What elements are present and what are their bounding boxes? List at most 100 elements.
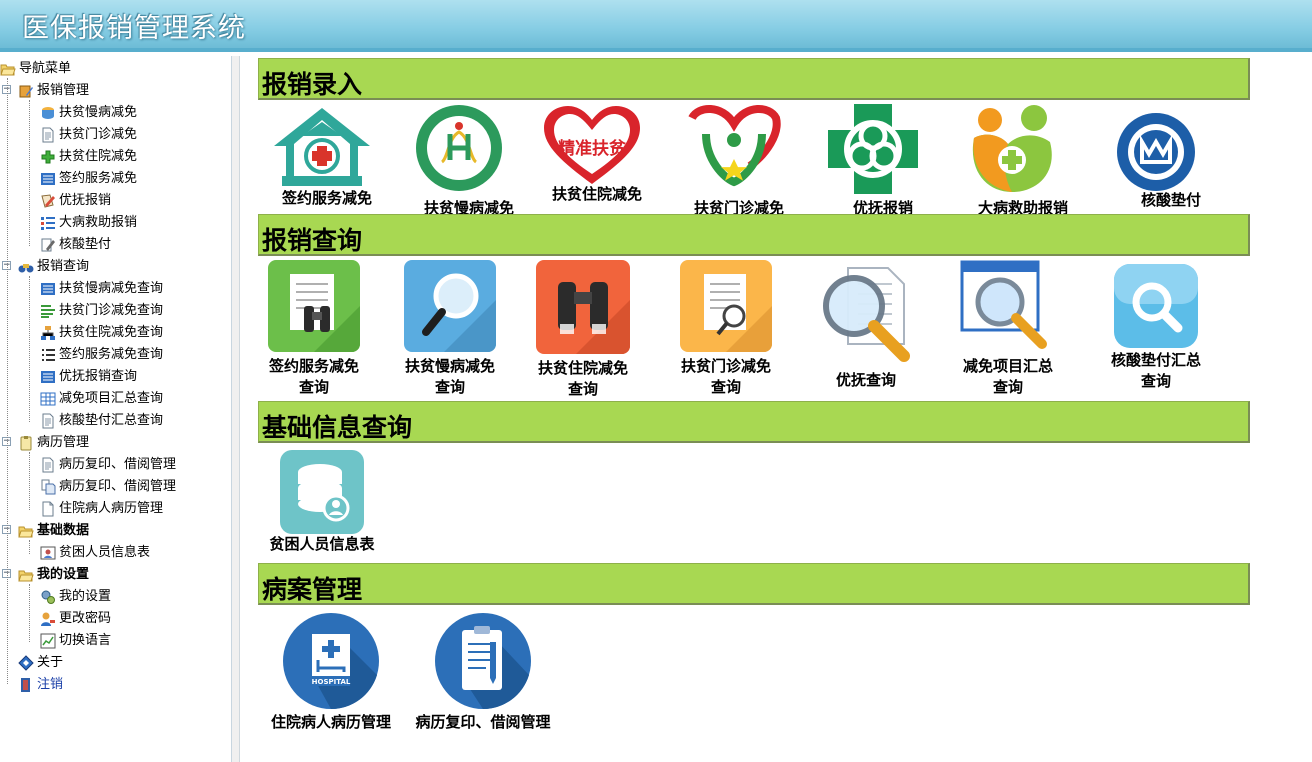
section-bar: 报销录入 bbox=[258, 58, 1250, 100]
tile-outpatient-reduction[interactable]: 扶贫门诊减免 bbox=[684, 104, 784, 218]
nav-group-basic-data[interactable]: 基础数据 bbox=[18, 520, 89, 542]
tile-nucleic-acid[interactable]: 核酸垫付 bbox=[1116, 112, 1201, 212]
heart-logo-icon: 精准扶贫 bbox=[544, 106, 640, 184]
plus-icon bbox=[40, 149, 56, 165]
section-bar: 病案管理 bbox=[258, 563, 1250, 605]
tile-query-special-care[interactable]: 优抚查询 bbox=[818, 264, 914, 394]
tile-query-hospital[interactable]: 扶贫住院减免 查询 bbox=[536, 260, 630, 400]
section-title: 报销录入 bbox=[262, 70, 363, 99]
green-list-icon bbox=[40, 303, 56, 319]
binoculars-orange-icon bbox=[536, 260, 630, 354]
tile-chronic-disease[interactable]: 扶贫慢病减免 bbox=[414, 104, 514, 218]
nav-group-reimburse-manage[interactable]: 报销管理 bbox=[18, 80, 89, 102]
hospital-bed-icon: HOSPITAL bbox=[283, 613, 379, 710]
poverty-project-logo-icon bbox=[416, 105, 502, 191]
clipboard-pen-icon bbox=[435, 613, 531, 710]
folder-open-icon bbox=[18, 523, 34, 539]
tree-structure-icon bbox=[40, 325, 56, 341]
nav-item[interactable]: 扶贫门诊减免 bbox=[40, 124, 137, 146]
copy-document-icon bbox=[40, 479, 56, 495]
nav-item[interactable]: 核酸垫付 bbox=[40, 234, 111, 256]
nav-item[interactable]: 减免项目汇总查询 bbox=[40, 388, 163, 410]
document-search-icon bbox=[680, 260, 772, 352]
nav-item[interactable]: 扶贫门诊减免查询 bbox=[40, 300, 163, 322]
tile-query-chronic[interactable]: 扶贫慢病减免 查询 bbox=[404, 260, 496, 400]
document-icon bbox=[40, 127, 56, 143]
tile-query-outpatient[interactable]: 扶贫门诊减免 查询 bbox=[680, 260, 772, 400]
nav-item[interactable]: 我的设置 bbox=[40, 586, 111, 608]
nav-item[interactable]: 核酸垫付汇总查询 bbox=[40, 410, 163, 432]
door-exit-icon bbox=[18, 677, 34, 693]
nav-item[interactable]: 扶贫住院减免 bbox=[40, 146, 137, 168]
family-care-icon bbox=[972, 105, 1052, 192]
section-title: 基础信息查询 bbox=[262, 413, 413, 442]
database-user-icon bbox=[280, 450, 364, 534]
list-icon bbox=[40, 369, 56, 385]
folder-open-icon bbox=[18, 567, 34, 583]
clipboard-icon bbox=[18, 435, 34, 451]
nav-root[interactable]: 导航菜单 bbox=[0, 58, 71, 80]
section-title: 病案管理 bbox=[262, 575, 363, 604]
tile-poor-people-info[interactable]: 贫困人员信息表 bbox=[269, 450, 375, 556]
document-binoculars-icon bbox=[268, 260, 360, 352]
tile-sign-service[interactable]: 签约服务减免 bbox=[272, 106, 372, 216]
nav-item[interactable]: 扶贫慢病减免 bbox=[40, 102, 137, 124]
tile-inpatient-records[interactable]: HOSPITAL 住院病人病历管理 bbox=[271, 612, 391, 732]
round-agency-logo-icon bbox=[1117, 113, 1195, 191]
list-icon bbox=[40, 281, 56, 297]
chart-icon bbox=[40, 633, 56, 649]
document-icon bbox=[40, 457, 56, 473]
nav-item[interactable]: 病历复印、借阅管理 bbox=[40, 476, 176, 498]
user-key-icon bbox=[40, 611, 56, 627]
nav-item[interactable]: 大病救助报销 bbox=[40, 212, 137, 234]
tile-query-nucleic[interactable]: 核酸垫付汇总 查询 bbox=[1111, 264, 1201, 400]
svg-text:HOSPITAL: HOSPITAL bbox=[312, 678, 351, 686]
app-window: 医保报销管理系统 导航菜单 − 报销管理 扶贫慢病减免 扶贫门诊减免 扶贫住院减… bbox=[0, 0, 1312, 762]
section-bar: 基础信息查询 bbox=[258, 401, 1250, 443]
info-diamond-icon bbox=[18, 655, 34, 671]
tile-query-sign-service[interactable]: 签约服务减免 查询 bbox=[268, 260, 360, 400]
book-edit-icon bbox=[18, 83, 34, 99]
main-content: 报销录入 签约服务减免 扶贫慢病减免 精准扶贫 扶贫住院减免 扶贫门诊减免 优抚… bbox=[258, 56, 1252, 762]
nav-item[interactable]: 病历复印、借阅管理 bbox=[40, 454, 176, 476]
tile-special-care[interactable]: 优抚报销 bbox=[828, 104, 918, 218]
nav-item[interactable]: 更改密码 bbox=[40, 608, 111, 630]
nav-group-reimburse-query[interactable]: 报销查询 bbox=[18, 256, 89, 278]
user-card-icon bbox=[40, 545, 56, 561]
sidebar-splitter[interactable] bbox=[232, 56, 240, 762]
tile-query-summary[interactable]: 减免项目汇总 查询 bbox=[958, 260, 1058, 400]
nav-group-records[interactable]: 病历管理 bbox=[18, 432, 89, 454]
nav-logout[interactable]: 注销 bbox=[18, 674, 63, 696]
folder-open-icon bbox=[0, 61, 16, 77]
nav-item[interactable]: 优抚报销 bbox=[40, 190, 111, 212]
list-icon bbox=[40, 171, 56, 187]
nav-item[interactable]: 扶贫住院减免查询 bbox=[40, 322, 163, 344]
svg-text:精准扶贫: 精准扶贫 bbox=[558, 138, 627, 159]
house-medical-icon bbox=[274, 108, 370, 186]
green-cross-knot-icon bbox=[828, 104, 918, 194]
table-icon bbox=[40, 391, 56, 407]
tile-record-copy-borrow[interactable]: 病历复印、借阅管理 bbox=[415, 612, 551, 732]
nav-item[interactable]: 签约服务减免 bbox=[40, 168, 137, 190]
blank-page-icon bbox=[40, 501, 56, 517]
search-rounded-icon bbox=[1114, 264, 1198, 348]
checklist-icon bbox=[40, 215, 56, 231]
nav-item[interactable]: 贫困人员信息表 bbox=[40, 542, 150, 564]
section-title: 报销查询 bbox=[262, 226, 363, 255]
nav-about[interactable]: 关于 bbox=[18, 652, 63, 674]
window-magnifier-icon bbox=[960, 260, 1047, 349]
numbered-list-icon bbox=[40, 347, 56, 363]
nav-item[interactable]: 优抚报销查询 bbox=[40, 366, 137, 388]
nav-item[interactable]: 住院病人病历管理 bbox=[40, 498, 163, 520]
tile-hospital-reduction[interactable]: 精准扶贫 扶贫住院减免 bbox=[542, 106, 642, 214]
edit-document-icon bbox=[40, 237, 56, 253]
section-bar: 报销查询 bbox=[258, 214, 1250, 256]
binoculars-icon bbox=[18, 259, 34, 275]
magnifier-blue-icon bbox=[404, 260, 496, 352]
gears-icon bbox=[40, 589, 56, 605]
tile-major-illness[interactable]: 大病救助报销 bbox=[968, 104, 1068, 218]
nav-item[interactable]: 切换语言 bbox=[40, 630, 111, 652]
nav-item[interactable]: 扶贫慢病减免查询 bbox=[40, 278, 163, 300]
nav-group-my-settings[interactable]: 我的设置 bbox=[18, 564, 89, 586]
nav-item[interactable]: 签约服务减免查询 bbox=[40, 344, 163, 366]
